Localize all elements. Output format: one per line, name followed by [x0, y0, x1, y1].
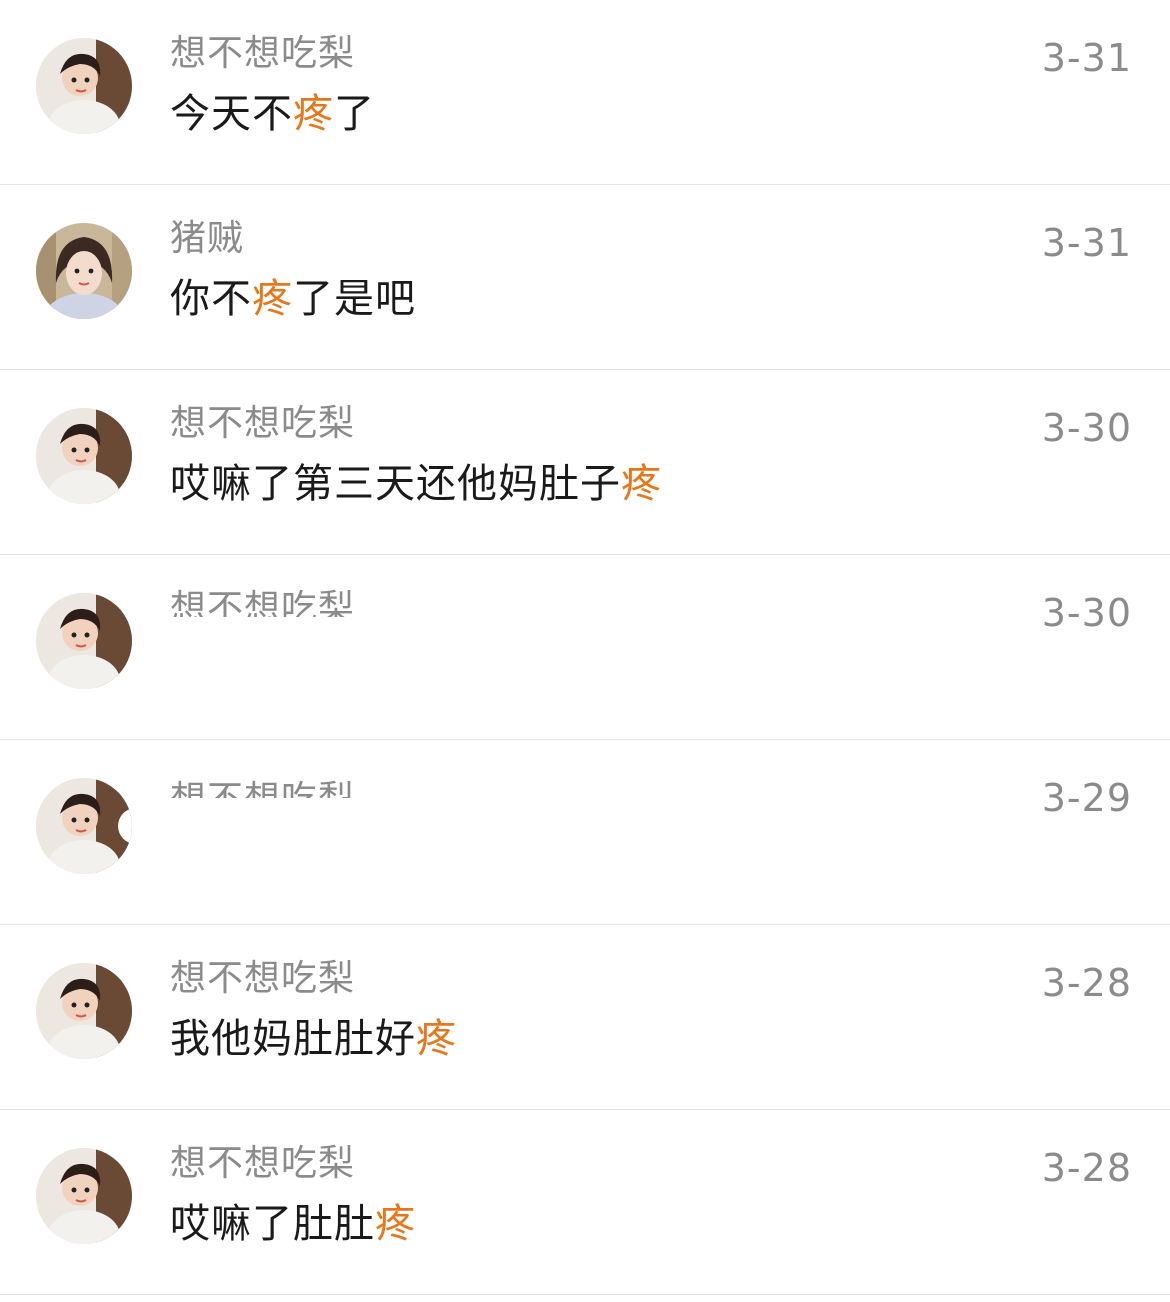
commenter-name[interactable]: 猪贼	[170, 217, 244, 261]
comment-row[interactable]: 想不想吃梨 3-28 我他妈肚肚好疼	[0, 925, 1170, 1110]
girl-avatar-icon	[36, 593, 132, 689]
comment-text-part: 哎嘛了第三天还他妈肚子	[170, 461, 621, 507]
comment-text-part: 了	[334, 91, 375, 137]
comment-date: 3-28	[1041, 1146, 1132, 1190]
comment-text: 我他妈肚肚好疼	[170, 1015, 457, 1063]
girl-avatar-icon	[36, 778, 132, 874]
comment-row[interactable]: 想不想吃梨 3-31 今天不疼了	[0, 0, 1170, 185]
comment-text-part: 你不	[170, 276, 252, 322]
comment-date: 3-30	[1041, 406, 1132, 450]
commenter-name[interactable]: 想不想吃梨	[170, 1142, 355, 1186]
girl-avatar-icon	[36, 1148, 132, 1244]
comment-text: 哎嘛了第三天还他妈肚子疼	[170, 460, 662, 508]
comment-row[interactable]: 想不想吃梨 3-28 哎嘛了肚肚疼	[0, 1110, 1170, 1295]
highlight-keyword: 疼	[416, 1016, 457, 1062]
comment-text-part: 哎嘛了肚肚	[170, 1201, 375, 1247]
comment-list: 想不想吃梨 3-31 今天不疼了 猪贼 3-31 你不疼了是吧 想不想吃梨 3-…	[0, 0, 1170, 1295]
avatar[interactable]	[36, 963, 132, 1059]
comment-text: 今天不疼了	[170, 90, 375, 138]
comment-date: 3-31	[1041, 36, 1132, 80]
avatar[interactable]	[36, 38, 132, 134]
commenter-name[interactable]: 想不想吃梨	[170, 587, 355, 617]
avatar[interactable]	[36, 223, 132, 319]
commenter-name[interactable]: 想不想吃梨	[170, 778, 355, 798]
comment-text: 哎嘛了肚肚疼	[170, 1200, 416, 1248]
commenter-name[interactable]: 想不想吃梨	[170, 957, 355, 1001]
girl-avatar-icon	[36, 408, 132, 504]
highlight-keyword: 疼	[375, 1201, 416, 1247]
avatar[interactable]	[36, 1148, 132, 1244]
girl-portrait-avatar-icon	[36, 223, 132, 319]
avatar[interactable]	[36, 408, 132, 504]
commenter-name[interactable]: 想不想吃梨	[170, 32, 355, 76]
comment-text-part: 了是吧	[293, 276, 416, 322]
highlight-keyword: 疼	[252, 276, 293, 322]
commenter-name[interactable]: 想不想吃梨	[170, 402, 355, 446]
comment-text-part: 今天不	[170, 91, 293, 137]
comment-date: 3-29	[1041, 776, 1132, 820]
comment-text-part: 我他妈肚肚好	[170, 1016, 416, 1062]
avatar[interactable]	[36, 778, 132, 874]
comment-row[interactable]: 想不想吃梨 3-30 哎嘛了第三天还他妈肚子疼	[0, 370, 1170, 555]
highlight-keyword: 疼	[293, 91, 334, 137]
comment-row[interactable]: 想不想吃梨 3-30	[0, 555, 1170, 740]
comment-date: 3-30	[1041, 591, 1132, 635]
girl-avatar-icon	[36, 963, 132, 1059]
girl-avatar-icon	[36, 38, 132, 134]
avatar[interactable]	[36, 593, 132, 689]
comment-text: 你不疼了是吧	[170, 275, 416, 323]
highlight-keyword: 疼	[621, 461, 662, 507]
comment-date: 3-28	[1041, 961, 1132, 1005]
comment-row[interactable]: 想不想吃梨 3-29	[0, 740, 1170, 925]
comment-date: 3-31	[1041, 221, 1132, 265]
comment-row[interactable]: 猪贼 3-31 你不疼了是吧	[0, 185, 1170, 370]
